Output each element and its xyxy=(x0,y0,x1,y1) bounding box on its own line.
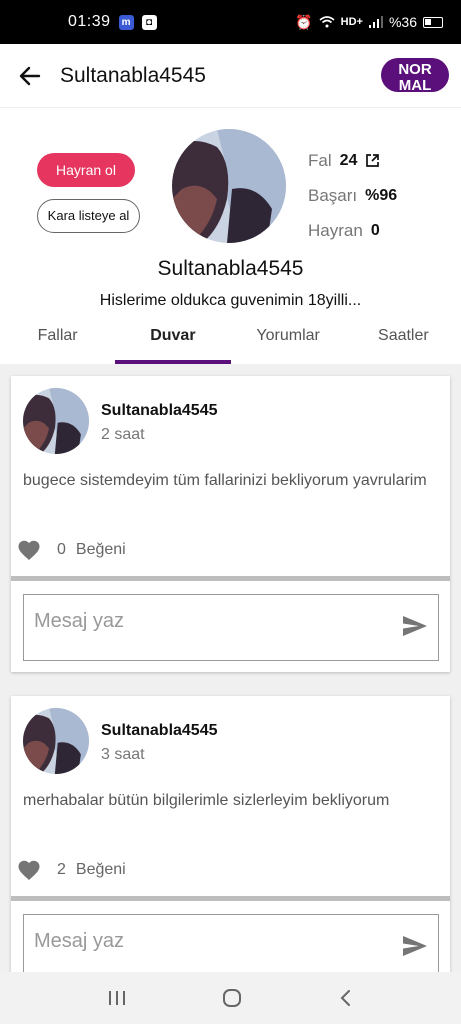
tab-saatler[interactable]: Saatler xyxy=(346,314,461,364)
post-avatar[interactable] xyxy=(23,388,89,454)
tab-yorumlar[interactable]: Yorumlar xyxy=(231,314,346,364)
status-indicators: ⏰ HD+ %36 xyxy=(295,14,443,31)
heart-icon[interactable] xyxy=(17,859,41,881)
back-nav-icon[interactable] xyxy=(338,988,354,1008)
app-notification-icon-2: ◘ xyxy=(141,14,157,30)
stat-readings: Fal 24 xyxy=(308,143,397,178)
message-input[interactable]: Mesaj yaz xyxy=(23,914,439,972)
post-time: 3 saat xyxy=(101,746,145,763)
like-count: 2 xyxy=(57,861,66,878)
tab-duvar[interactable]: Duvar xyxy=(115,314,231,364)
back-button[interactable] xyxy=(0,44,60,108)
post-card: Sultanabla4545 2 saat bugece sistemdeyim… xyxy=(11,376,450,672)
blacklist-button[interactable]: Kara listeye al xyxy=(37,199,140,233)
post-card: Sultanabla4545 3 saat merhabalar bütün b… xyxy=(11,696,450,972)
wifi-icon xyxy=(319,16,335,28)
stat-fans-value: 0 xyxy=(370,221,380,239)
profile-photo xyxy=(23,388,89,454)
avatar xyxy=(172,129,286,243)
profile-photo xyxy=(172,129,286,243)
status-time: 01:39 xyxy=(68,13,111,30)
home-icon[interactable] xyxy=(221,987,243,1009)
divider xyxy=(11,576,450,581)
post-avatar[interactable] xyxy=(23,708,89,774)
post-text: merhabalar bütün bilgilerimle sizlerleyi… xyxy=(23,792,390,809)
status-bar: 01:39 m ◘ ⏰ HD+ %36 xyxy=(0,0,461,44)
like-count: 0 xyxy=(57,541,66,558)
battery-icon xyxy=(423,16,443,28)
system-nav-bar xyxy=(0,972,461,1024)
post-time: 2 saat xyxy=(101,426,145,443)
arrow-left-icon xyxy=(19,66,41,85)
send-icon[interactable] xyxy=(402,615,428,637)
recent-apps-icon[interactable] xyxy=(107,989,127,1007)
tab-fallar[interactable]: Fallar xyxy=(0,314,115,364)
profile-stats: Fal 24 Başarı %96 Hayran 0 xyxy=(308,143,397,248)
profile-bio[interactable]: Hislerime oldukca guvenimin 18yilli... xyxy=(0,292,461,314)
heart-icon[interactable] xyxy=(17,539,41,561)
send-icon[interactable] xyxy=(402,935,428,957)
battery-percentage: %36 xyxy=(388,14,417,30)
signal-icon xyxy=(368,16,383,28)
stat-readings-value: 24 xyxy=(339,151,358,169)
stat-success: Başarı %96 xyxy=(308,185,398,205)
like-row: 2 Beğeni xyxy=(17,858,126,882)
stat-success-value: %96 xyxy=(365,186,398,204)
app-notification-icon: m xyxy=(118,14,134,30)
post-author[interactable]: Sultanabla4545 xyxy=(101,402,218,420)
app-bar: Sultanabla4545 NOR MAL xyxy=(0,44,461,108)
profile-photo xyxy=(23,708,89,774)
message-input[interactable]: Mesaj yaz xyxy=(23,594,439,661)
profile-header: Hayran ol Kara listeye al Fal 24 Başarı … xyxy=(0,108,461,314)
level-badge: NOR MAL xyxy=(381,58,449,92)
network-type: HD+ xyxy=(340,16,363,28)
stat-fans: Hayran 0 xyxy=(308,220,380,240)
message-placeholder: Mesaj yaz xyxy=(34,930,125,952)
post-text: bugece sistemdeyim tüm fallarinizi bekli… xyxy=(23,472,427,489)
message-placeholder: Mesaj yaz xyxy=(34,610,125,632)
post-author[interactable]: Sultanabla4545 xyxy=(101,722,218,740)
profile-name: Sultanabla4545 xyxy=(157,257,304,280)
divider xyxy=(11,896,450,901)
profile-tabs: Fallar Duvar Yorumlar Saatler xyxy=(0,314,461,364)
like-row: 0 Beğeni xyxy=(17,538,126,562)
like-label: Beğeni xyxy=(75,541,126,558)
like-label: Beğeni xyxy=(75,861,126,878)
fan-button[interactable]: Hayran ol xyxy=(37,153,135,187)
page-title: Sultanabla4545 xyxy=(60,63,206,87)
external-link-icon[interactable] xyxy=(365,153,380,168)
wall-feed[interactable]: Sultanabla4545 2 saat bugece sistemdeyim… xyxy=(0,364,461,972)
alarm-icon: ⏰ xyxy=(295,13,313,30)
